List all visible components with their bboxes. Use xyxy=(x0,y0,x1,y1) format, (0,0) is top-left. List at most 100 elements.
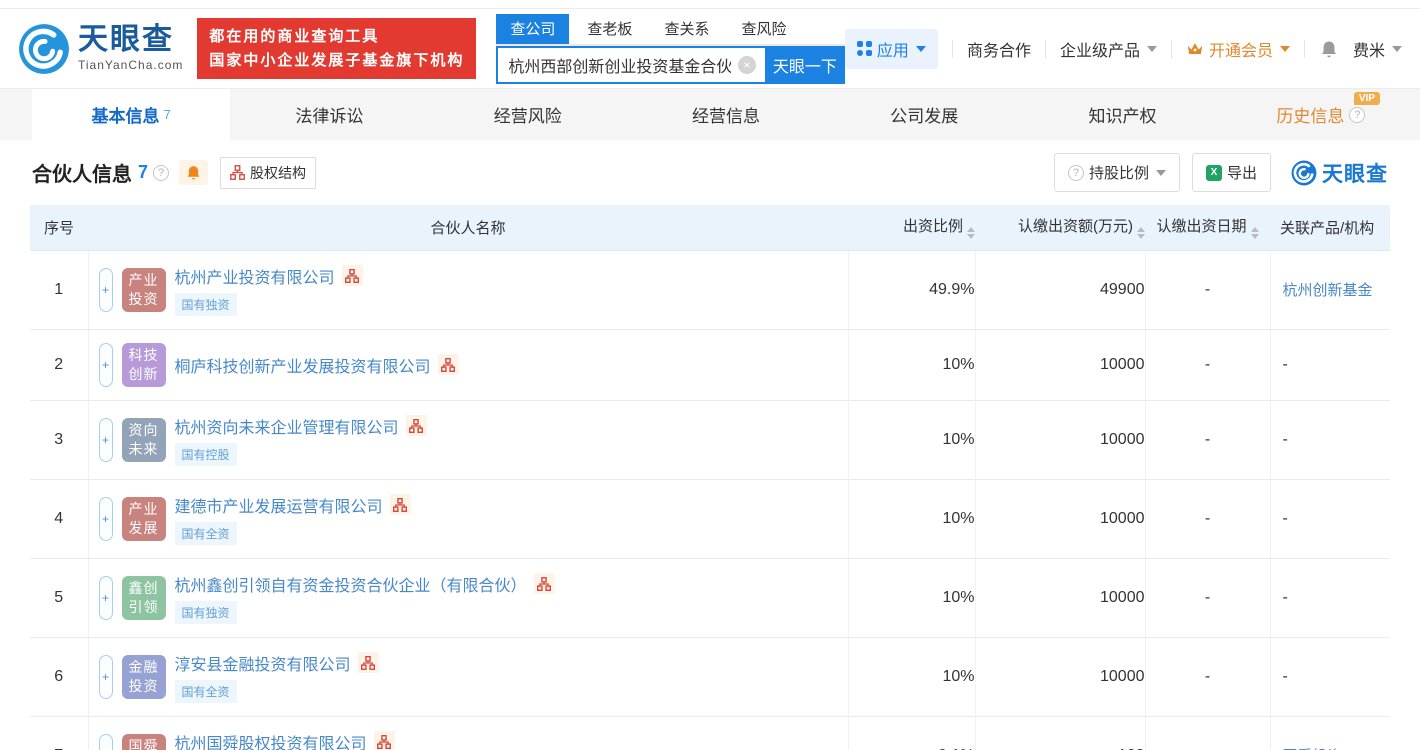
avatar-line: 国舜 xyxy=(128,737,159,750)
avatar-line: 鑫创 xyxy=(128,579,159,596)
avatar-line: 引领 xyxy=(128,598,159,615)
col-amount-sort[interactable]: 认缴出资额(万元) xyxy=(975,205,1145,251)
business-coop-menu[interactable]: 商务合作 xyxy=(967,37,1031,61)
col-ratio-label: 出资比例 xyxy=(902,218,963,236)
org-chart-icon[interactable] xyxy=(389,494,411,515)
header-menu: 应用 商务合作 企业级产品 开通会员 费米 xyxy=(844,28,1402,69)
user-menu[interactable]: 费米 xyxy=(1353,37,1402,61)
help-icon[interactable]: ? xyxy=(153,164,170,181)
tab-经营风险[interactable]: 经营风险 xyxy=(429,89,627,140)
partner-name-cell: +国舜股权杭州国舜股权投资有限公司国有独资私募基金管理人 xyxy=(88,716,848,750)
org-chart-icon[interactable] xyxy=(405,415,427,436)
avatar-line: 未来 xyxy=(128,440,159,457)
row-index-cell: 5 xyxy=(30,558,89,638)
subscribe-bell-button[interactable] xyxy=(179,160,209,185)
notification-bell-icon[interactable] xyxy=(1319,39,1339,59)
col-ratio-sort[interactable]: 出资比例 xyxy=(848,205,975,251)
partner-tag: 国有控股 xyxy=(174,442,237,466)
related-cell: 国舜投资 xyxy=(1269,716,1390,750)
col-date-sort[interactable]: 认缴出资日期 xyxy=(1145,205,1270,251)
tab-基本信息[interactable]: 基本信息 7 xyxy=(32,89,231,140)
org-chart-icon[interactable] xyxy=(357,652,379,673)
enterprise-product-menu[interactable]: 企业级产品 xyxy=(1060,37,1157,61)
partner-name-link[interactable]: 杭州国舜股权投资有限公司 xyxy=(175,730,367,750)
date-cell: - xyxy=(1144,250,1270,330)
expand-button[interactable]: + xyxy=(98,417,113,462)
brand-name: 天眼查 xyxy=(78,23,174,56)
holding-ratio-button[interactable]: ? 持股比例 xyxy=(1053,153,1180,192)
search-tab[interactable]: 查老板 xyxy=(573,14,646,44)
date-cell: - xyxy=(1144,558,1270,638)
partners-table: 序号 合伙人名称 出资比例 认缴出资额(万元) 认缴出资日期 关联产品/机构 1… xyxy=(30,205,1390,750)
expand-button[interactable]: + xyxy=(98,267,113,312)
divider xyxy=(1170,39,1172,58)
partner-name-link[interactable]: 建德市产业发展运营有限公司 xyxy=(175,493,383,517)
search-block: 查公司查老板查关系查风险 × 天眼一下 xyxy=(496,13,845,84)
related-product-link[interactable]: 杭州创新基金 xyxy=(1283,282,1373,299)
expand-button[interactable]: + xyxy=(98,654,113,699)
export-button[interactable]: X 导出 xyxy=(1191,153,1271,192)
ratio-cell: 10% xyxy=(847,329,975,401)
expand-button[interactable]: + xyxy=(98,496,113,541)
amount-cell: 10000 xyxy=(974,329,1145,401)
search-button[interactable]: 天眼一下 xyxy=(764,45,845,84)
org-chart-icon[interactable] xyxy=(533,573,555,594)
avatar-line: 投资 xyxy=(128,290,159,307)
related-cell: 杭州创新基金 xyxy=(1269,250,1390,330)
amount-cell: 10000 xyxy=(974,479,1145,559)
divider xyxy=(1044,39,1046,58)
partner-name-cell: + 鑫创 引领 杭州鑫创引领自有资金投资合伙企业（有限合伙） 国有独资 xyxy=(88,558,848,638)
equity-structure-label: 股权结构 xyxy=(250,164,307,181)
search-input[interactable] xyxy=(496,45,765,84)
brand-domain: TianYanCha.com xyxy=(78,58,184,72)
clear-search-icon[interactable]: × xyxy=(737,55,756,74)
tab-法律诉讼[interactable]: 法律诉讼 xyxy=(230,89,428,140)
avatar-line: 资向 xyxy=(128,421,159,438)
ratio-cell: 10% xyxy=(847,637,975,717)
table-row: 5 + 鑫创 引领 杭州鑫创引领自有资金投资合伙企业（有限合伙） 国有独资 10% 10000… xyxy=(30,558,1390,638)
divider xyxy=(1303,39,1305,58)
expand-button[interactable]: + xyxy=(98,342,113,387)
partner-avatar: 产业 投资 xyxy=(121,267,166,312)
ratio-cell: 49.9% xyxy=(847,250,975,330)
search-tab[interactable]: 查关系 xyxy=(650,14,723,44)
avatar-line: 投资 xyxy=(128,677,159,694)
tianyancha-logo[interactable]: 天眼查 TianYanCha.com xyxy=(18,23,183,75)
org-chart-icon[interactable] xyxy=(437,354,459,375)
apps-grid-icon xyxy=(856,41,872,56)
ratio-cell: 10% xyxy=(847,479,975,559)
search-tabs: 查公司 查老板 查关系 查风险 xyxy=(496,13,845,46)
apps-menu[interactable]: 应用 xyxy=(844,28,938,69)
open-vip-menu[interactable]: 开通会员 xyxy=(1186,37,1290,61)
org-chart-icon[interactable] xyxy=(373,731,395,750)
expand-button[interactable]: + xyxy=(98,733,113,750)
chevron-down-icon xyxy=(1146,45,1157,52)
tab-历史信息[interactable]: 历史信息 VIP? xyxy=(1222,89,1420,140)
partner-name-link[interactable]: 杭州资向未来企业管理有限公司 xyxy=(175,414,399,438)
search-tab-active[interactable]: 查公司 xyxy=(496,13,570,44)
partner-name-link[interactable]: 淳安县金融投资有限公司 xyxy=(175,651,351,675)
search-tab[interactable]: 查风险 xyxy=(727,14,800,44)
date-cell: - xyxy=(1144,637,1270,717)
date-cell: - xyxy=(1144,716,1270,750)
tab-知识产权[interactable]: 知识产权 xyxy=(1023,89,1221,140)
partner-name-link[interactable]: 杭州鑫创引领自有资金投资合伙企业（有限合伙） xyxy=(175,572,527,596)
avatar-line: 金融 xyxy=(128,658,159,675)
date-cell: - xyxy=(1144,329,1270,401)
sort-icon xyxy=(1250,227,1259,240)
partner-name-cell: + 金融 投资 淳安县金融投资有限公司 国有全资 xyxy=(88,637,848,717)
tab-公司发展[interactable]: 公司发展 xyxy=(825,89,1023,140)
col-amount-label: 认缴出资额(万元) xyxy=(1018,218,1133,236)
org-chart-icon[interactable] xyxy=(341,265,363,286)
tab-label: 公司发展 xyxy=(890,107,959,126)
row-index-cell: 6 xyxy=(30,637,89,717)
expand-button[interactable]: + xyxy=(98,575,113,620)
window-top-edge xyxy=(0,0,1420,9)
section-count: 7 xyxy=(138,162,149,182)
partner-name-link[interactable]: 杭州产业投资有限公司 xyxy=(175,264,335,288)
partner-name-link[interactable]: 桐庐科技创新产业发展投资有限公司 xyxy=(175,353,431,377)
tab-经营信息[interactable]: 经营信息 xyxy=(627,89,825,140)
ratio-cell: 10% xyxy=(847,558,975,638)
avatar-line: 发展 xyxy=(128,519,159,536)
equity-structure-button[interactable]: 股权结构 xyxy=(220,156,317,189)
